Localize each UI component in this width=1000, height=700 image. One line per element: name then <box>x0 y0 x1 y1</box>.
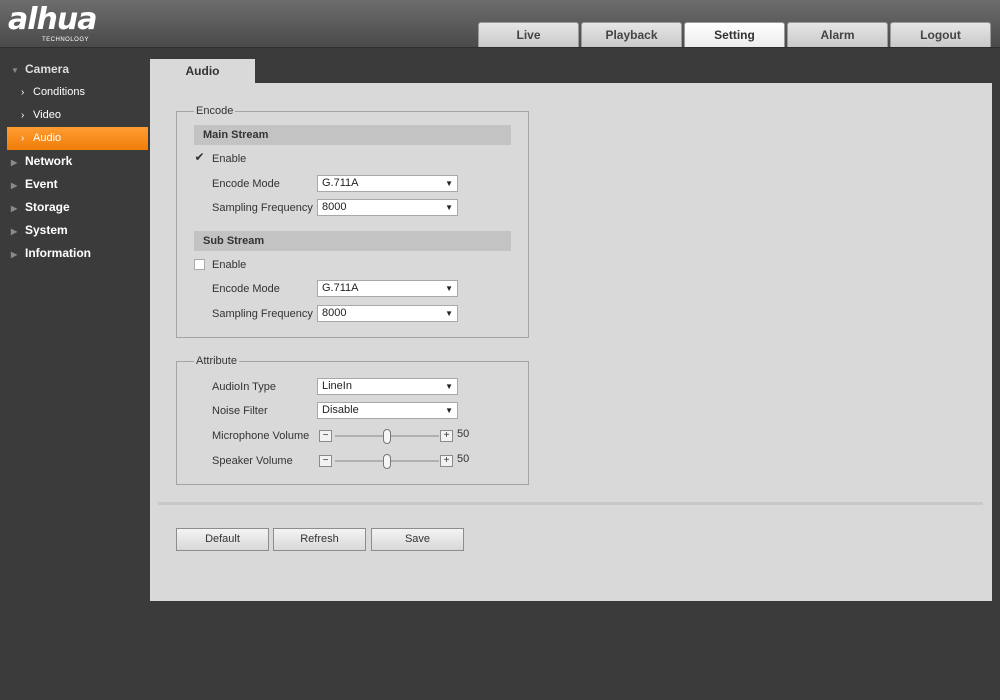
brand-logo: alhua TECHNOLOGY <box>8 2 97 44</box>
speaker-volume-slider: − + 50 <box>319 453 471 469</box>
noise-filter-value: Disable <box>322 404 359 416</box>
sidebar-group-information[interactable]: ▶ Information <box>0 242 150 265</box>
attribute-legend: Attribute <box>196 355 237 367</box>
dropdown-arrow-icon: ▼ <box>445 309 453 318</box>
sidebar-group-storage[interactable]: ▶ Storage <box>0 196 150 219</box>
caret-down-icon: ▼ <box>11 66 19 75</box>
main-sampling-select[interactable]: 8000 ▼ <box>317 199 458 216</box>
sub-sampling-label: Sampling Frequency <box>212 308 313 320</box>
sub-sampling-select[interactable]: 8000 ▼ <box>317 305 458 322</box>
main-sampling-value: 8000 <box>322 201 347 213</box>
mic-volume-value: 50 <box>457 428 470 440</box>
sidebar-item-audio[interactable]: › Audio <box>7 127 148 150</box>
encode-legend: Encode <box>196 105 234 117</box>
checkmark-icon: ✔ <box>194 149 205 164</box>
speaker-volume-label: Speaker Volume <box>212 455 293 467</box>
dropdown-arrow-icon: ▼ <box>445 406 453 415</box>
logo-subtext: TECHNOLOGY <box>42 37 90 43</box>
caret-right-icon: ▶ <box>11 204 18 213</box>
content-tab-audio[interactable]: Audio <box>150 59 255 83</box>
sub-stream-enable-checkbox[interactable]: Enable <box>194 256 246 274</box>
main-encode-mode-label: Encode Mode <box>212 178 280 190</box>
sidebar-group-label: System <box>25 223 68 237</box>
main-encode-mode-select[interactable]: G.711A ▼ <box>317 175 458 192</box>
section-divider <box>158 502 983 505</box>
main-encode-mode-value: G.711A <box>322 177 359 189</box>
dropdown-arrow-icon: ▼ <box>445 203 453 212</box>
default-button[interactable]: Default <box>176 528 269 551</box>
tab-live[interactable]: Live <box>478 22 579 47</box>
sidebar-item-label: Audio <box>33 132 62 144</box>
tab-setting[interactable]: Setting <box>684 22 785 47</box>
main-stream-enable-checkbox[interactable]: ✔ Enable <box>194 150 246 168</box>
tab-playback[interactable]: Playback <box>581 22 682 47</box>
mic-volume-handle[interactable] <box>383 429 391 444</box>
audioin-type-value: LineIn <box>322 380 352 392</box>
refresh-button[interactable]: Refresh <box>273 528 366 551</box>
mic-volume-slider: − + 50 <box>319 428 471 444</box>
sub-encode-mode-label: Encode Mode <box>212 283 280 295</box>
sidebar: ▼ Camera › Conditions › Video › Audio ▶ Netwo… <box>0 58 150 265</box>
sidebar-group-label: Event <box>25 177 58 191</box>
sidebar-group-event[interactable]: ▶ Event <box>0 173 150 196</box>
tab-alarm[interactable]: Alarm <box>787 22 888 47</box>
sub-stream-heading: Sub Stream <box>194 231 511 251</box>
sidebar-item-label: Conditions <box>33 86 85 98</box>
mic-volume-minus-button[interactable]: − <box>319 430 332 442</box>
chevron-right-icon: › <box>21 110 25 121</box>
caret-right-icon: ▶ <box>11 227 18 236</box>
speaker-volume-plus-button[interactable]: + <box>440 455 453 467</box>
sidebar-group-network[interactable]: ▶ Network <box>0 150 150 173</box>
main-sampling-label: Sampling Frequency <box>212 202 313 214</box>
main-stream-heading: Main Stream <box>194 125 511 145</box>
audio-settings-panel: Encode Main Stream ✔ Enable Encode Mode G… <box>150 83 992 601</box>
chevron-right-icon: › <box>21 87 25 98</box>
main-tabs: Live Playback Setting Alarm Logout <box>478 22 993 47</box>
sub-sampling-value: 8000 <box>322 307 347 319</box>
mic-volume-label: Microphone Volume <box>212 430 310 442</box>
main-stream-enable-label: Enable <box>212 153 247 165</box>
caret-right-icon: ▶ <box>11 250 18 259</box>
audioin-type-label: AudioIn Type <box>212 381 277 393</box>
audioin-type-select[interactable]: LineIn ▼ <box>317 378 458 395</box>
speaker-volume-handle[interactable] <box>383 454 391 469</box>
save-button[interactable]: Save <box>371 528 464 551</box>
caret-right-icon: ▶ <box>11 181 18 190</box>
logo-text: alhua <box>8 2 97 37</box>
noise-filter-label: Noise Filter <box>212 405 268 417</box>
caret-right-icon: ▶ <box>11 158 18 167</box>
noise-filter-select[interactable]: Disable ▼ <box>317 402 458 419</box>
chevron-right-icon: › <box>21 133 25 144</box>
sidebar-group-camera[interactable]: ▼ Camera <box>0 58 150 81</box>
sidebar-item-video[interactable]: › Video <box>0 104 150 127</box>
sidebar-item-label: Video <box>33 109 61 121</box>
dropdown-arrow-icon: ▼ <box>445 179 453 188</box>
sub-encode-mode-value: G.711A <box>322 282 359 294</box>
dropdown-arrow-icon: ▼ <box>445 382 453 391</box>
sub-stream-enable-label: Enable <box>212 259 247 271</box>
top-header: alhua TECHNOLOGY Live Playback Setting A… <box>0 0 1000 48</box>
dropdown-arrow-icon: ▼ <box>445 284 453 293</box>
speaker-volume-value: 50 <box>457 453 470 465</box>
checkbox-icon <box>194 258 205 270</box>
sidebar-group-label: Information <box>25 246 91 260</box>
sidebar-group-system[interactable]: ▶ System <box>0 219 150 242</box>
speaker-volume-minus-button[interactable]: − <box>319 455 332 467</box>
sidebar-item-conditions[interactable]: › Conditions <box>0 81 150 104</box>
sidebar-group-label: Camera <box>25 62 70 76</box>
mic-volume-plus-button[interactable]: + <box>440 430 453 442</box>
sub-encode-mode-select[interactable]: G.711A ▼ <box>317 280 458 297</box>
tab-logout[interactable]: Logout <box>890 22 991 47</box>
sidebar-group-label: Storage <box>25 200 70 214</box>
sidebar-group-label: Network <box>25 154 73 168</box>
